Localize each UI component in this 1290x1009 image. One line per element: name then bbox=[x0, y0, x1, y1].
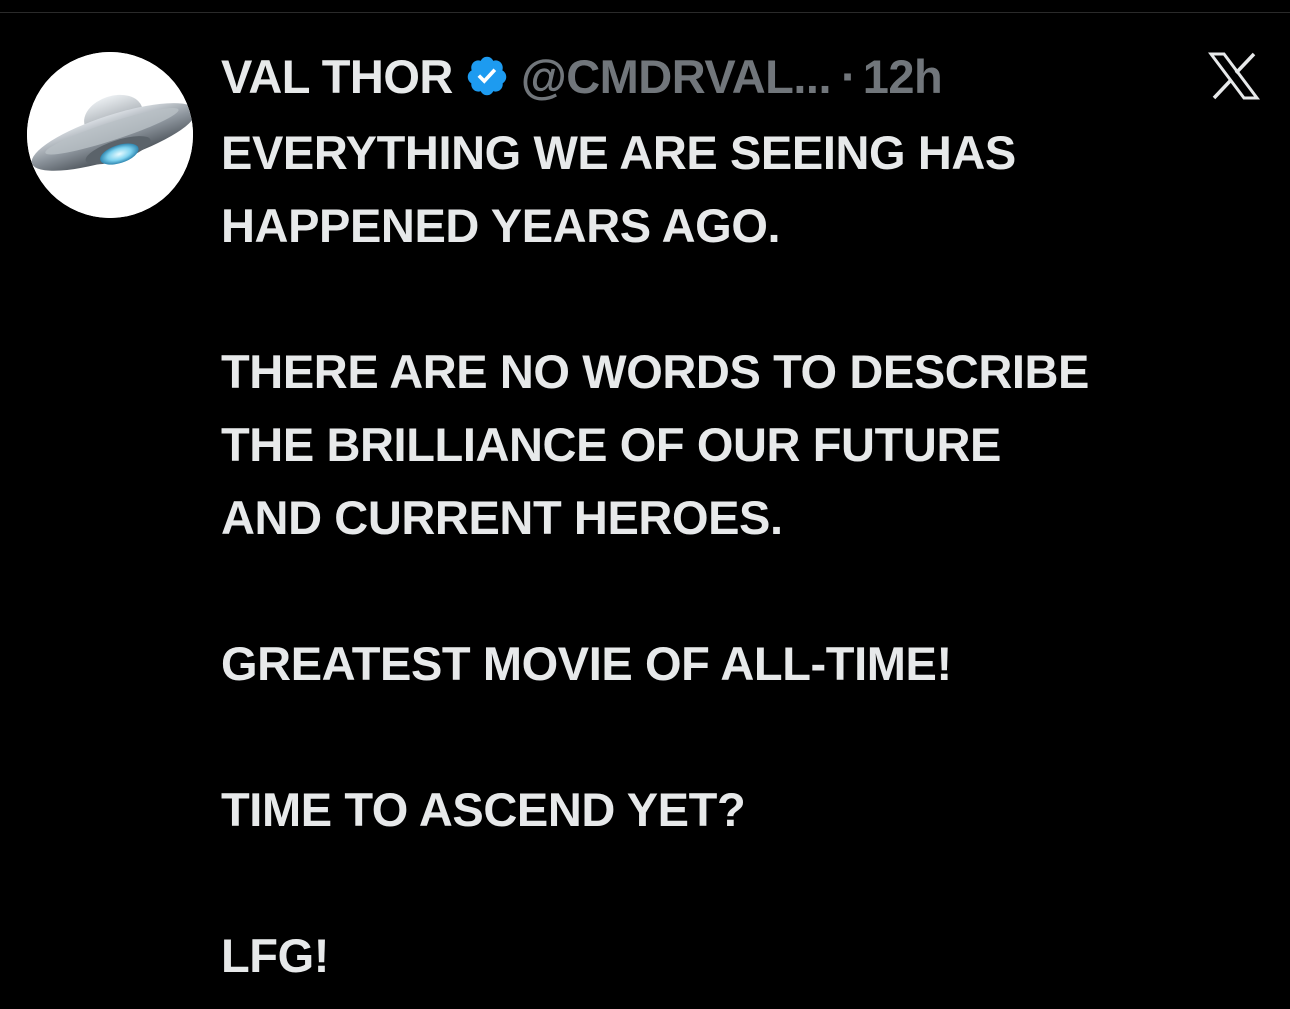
tweet-paragraph: TIME TO ASCEND YET? bbox=[221, 783, 746, 836]
x-logo-icon[interactable] bbox=[1208, 52, 1260, 100]
verified-badge-icon[interactable] bbox=[465, 54, 509, 98]
tweet-header: VAL THOR @CMDRVAL... · 12h bbox=[221, 44, 943, 108]
timestamp[interactable]: 12h bbox=[863, 49, 943, 104]
tweet-paragraph: EVERYTHING WE ARE SEEING HAS HAPPENED YE… bbox=[221, 126, 1016, 252]
separator-dot: · bbox=[841, 49, 857, 103]
top-divider bbox=[0, 12, 1290, 13]
tweet-text: EVERYTHING WE ARE SEEING HAS HAPPENED YE… bbox=[221, 116, 1271, 992]
avatar[interactable] bbox=[27, 52, 193, 218]
ufo-avatar-icon bbox=[27, 52, 193, 218]
display-name[interactable]: VAL THOR bbox=[221, 49, 453, 104]
author-handle[interactable]: @CMDRVAL... bbox=[521, 49, 832, 104]
tweet-paragraph: LFG! bbox=[221, 929, 330, 982]
tweet-paragraph: THERE ARE NO WORDS TO DESCRIBE THE BRILL… bbox=[221, 345, 1090, 544]
tweet-paragraph: GREATEST MOVIE OF ALL-TIME! bbox=[221, 637, 952, 690]
